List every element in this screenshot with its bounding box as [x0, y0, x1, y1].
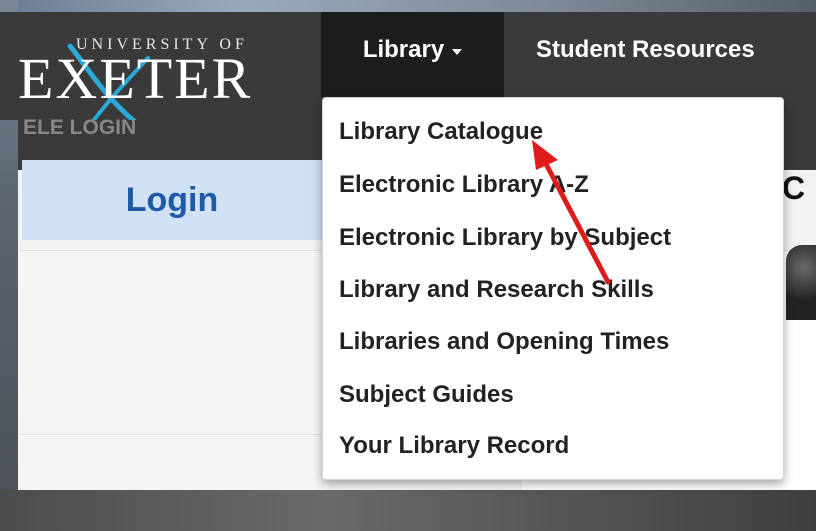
menu-item-subject-guides[interactable]: Subject Guides — [339, 381, 514, 409]
content-image — [786, 245, 816, 320]
main-heading-fragment: C — [782, 170, 806, 206]
background-frame-top — [0, 0, 816, 12]
menu-item-electronic-library-by-subject[interactable]: Electronic Library by Subject — [339, 224, 671, 252]
menu-item-library-catalogue[interactable]: Library Catalogue — [339, 118, 543, 146]
menu-item-electronic-library-a-z[interactable]: Electronic Library A-Z — [339, 171, 589, 199]
menu-item-libraries-opening-times[interactable]: Libraries and Opening Times — [339, 328, 669, 356]
chevron-down-icon — [452, 48, 463, 55]
ele-login-heading: ELE LOGIN — [23, 116, 137, 139]
library-dropdown-menu: Library Catalogue Electronic Library A-Z… — [322, 97, 784, 480]
nav-student-resources[interactable]: Student Resources — [536, 36, 755, 64]
menu-item-library-research-skills[interactable]: Library and Research Skills — [339, 276, 654, 304]
menu-item-your-library-record[interactable]: Your Library Record — [339, 432, 569, 460]
logo-exeter-text: EXETER — [18, 46, 253, 111]
nav-library-menu[interactable]: Library — [321, 12, 504, 97]
login-button[interactable]: Login — [22, 160, 322, 240]
background-frame-bottom — [0, 490, 816, 531]
nav-library-label: Library — [362, 35, 445, 63]
